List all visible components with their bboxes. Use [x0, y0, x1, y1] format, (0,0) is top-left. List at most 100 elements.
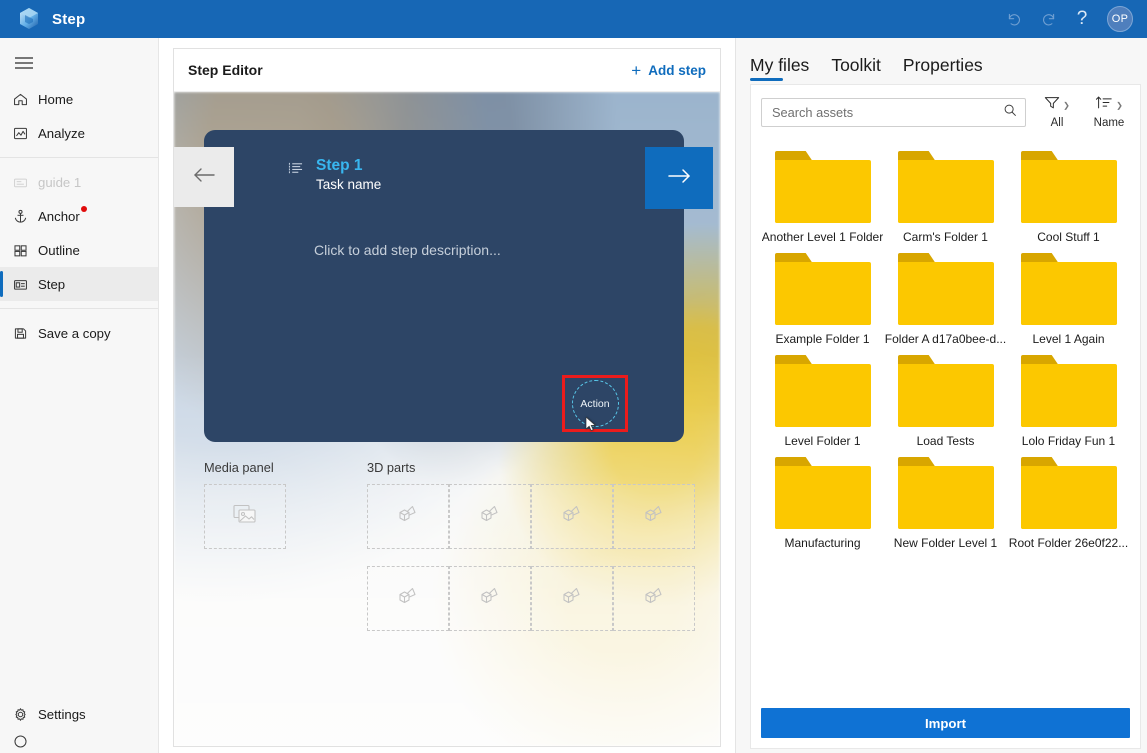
- list-item[interactable]: Cool Stuff 1: [1007, 151, 1130, 244]
- status-badge: [81, 206, 87, 212]
- home-icon: [12, 91, 38, 108]
- list-item[interactable]: Level Folder 1: [761, 355, 884, 448]
- sidebar-item-guide-1: guide 1: [0, 165, 158, 199]
- list-icon[interactable]: [288, 161, 303, 181]
- list-item[interactable]: Folder A d17a0bee-d...: [884, 253, 1007, 346]
- list-item[interactable]: Load Tests: [884, 355, 1007, 448]
- action-label: Action: [580, 398, 609, 410]
- list-item[interactable]: Root Folder 26e0f22...: [1007, 457, 1130, 550]
- part-slot[interactable]: [613, 566, 695, 631]
- sidebar-item-settings[interactable]: Settings: [0, 697, 158, 731]
- parts-cell: [367, 566, 449, 631]
- step-description-placeholder[interactable]: Click to add step description...: [314, 242, 501, 258]
- assets-tabs: My files Toolkit Properties: [736, 38, 1147, 82]
- part-slot[interactable]: [449, 484, 531, 549]
- list-item[interactable]: New Folder Level 1: [884, 457, 1007, 550]
- parts-grid-gap: [367, 549, 695, 566]
- sort-ascending-icon: [1095, 95, 1113, 115]
- parts-grid-row-2: [367, 566, 695, 631]
- next-step-button[interactable]: [645, 147, 713, 209]
- sidebar-divider-2: [0, 308, 158, 309]
- sort-button[interactable]: ❯ Name: [1088, 95, 1130, 129]
- list-item[interactable]: Manufacturing: [761, 457, 884, 550]
- help-icon[interactable]: ?: [1065, 0, 1099, 38]
- step-editor-card: Step Editor + Add step: [173, 48, 721, 747]
- tab-properties[interactable]: Properties: [903, 55, 983, 82]
- step-editor-pane: Step Editor + Add step: [159, 38, 735, 753]
- parts-cell: [613, 566, 695, 631]
- part-slot[interactable]: [531, 566, 613, 631]
- sidebar-item-outline[interactable]: Outline: [0, 233, 158, 267]
- sidebar-spacer: [0, 350, 158, 697]
- sidebar-item-label: Step: [38, 277, 65, 292]
- list-item[interactable]: Carm's Folder 1: [884, 151, 1007, 244]
- chevron-right-icon: ❯: [1116, 101, 1123, 110]
- sidebar-item-label: Anchor: [38, 209, 80, 224]
- list-item[interactable]: Example Folder 1: [761, 253, 884, 346]
- filter-button[interactable]: ❯ All: [1036, 95, 1078, 129]
- arrow-left-icon: [191, 165, 217, 190]
- list-item[interactable]: Another Level 1 Folder: [761, 151, 884, 244]
- part-slot[interactable]: [449, 566, 531, 631]
- step-editor-header: Step Editor + Add step: [174, 49, 720, 92]
- part-slot[interactable]: [367, 566, 449, 631]
- tab-toolkit[interactable]: Toolkit: [831, 55, 881, 82]
- sidebar-item-label: guide 1: [38, 175, 81, 190]
- list-item[interactable]: Level 1 Again: [1007, 253, 1130, 346]
- previous-step-button[interactable]: [174, 147, 234, 207]
- import-button[interactable]: Import: [761, 708, 1130, 738]
- parts-panel-label: 3D parts: [367, 460, 695, 475]
- search-box[interactable]: [761, 98, 1026, 127]
- action-button[interactable]: Action: [572, 380, 619, 427]
- sidebar-item-overflow[interactable]: [0, 731, 158, 751]
- folder-icon: [775, 151, 871, 223]
- sidebar-item-label: Analyze: [38, 126, 85, 141]
- folder-icon: [775, 457, 871, 529]
- file-name: Root Folder 26e0f22...: [1009, 536, 1128, 550]
- analyze-icon: [12, 125, 38, 142]
- file-name: Level 1 Again: [1032, 332, 1104, 346]
- sidebar-item-step[interactable]: Step: [0, 267, 158, 301]
- guide-icon: [12, 174, 38, 191]
- list-item[interactable]: Lolo Friday Fun 1: [1007, 355, 1130, 448]
- part-slot[interactable]: [613, 484, 695, 549]
- media-panel-label: Media panel: [204, 460, 367, 475]
- folder-icon: [1021, 151, 1117, 223]
- hamburger-menu-icon[interactable]: [0, 44, 158, 82]
- media-panel-group: Media panel: [204, 460, 367, 631]
- parts-cell: [449, 566, 531, 631]
- folder-icon: [1021, 355, 1117, 427]
- add-step-button[interactable]: + Add step: [631, 62, 706, 79]
- folder-icon: [775, 253, 871, 325]
- gear-icon: [12, 706, 38, 723]
- assets-footer: Import: [751, 700, 1140, 748]
- task-name[interactable]: Task name: [316, 175, 381, 195]
- filter-icon: [1044, 95, 1060, 115]
- folder-icon: [898, 151, 994, 223]
- sidebar-item-home[interactable]: Home: [0, 82, 158, 116]
- step-header: Step 1 Task name: [288, 156, 381, 195]
- redo-icon[interactable]: [1031, 0, 1065, 38]
- sidebar-item-analyze[interactable]: Analyze: [0, 116, 158, 150]
- search-input[interactable]: [772, 105, 1003, 120]
- step-icon: [12, 276, 38, 293]
- step-number: Step 1: [316, 156, 381, 175]
- part-slot[interactable]: [367, 484, 449, 549]
- file-name: Manufacturing: [784, 536, 860, 550]
- filter-label: All: [1051, 117, 1064, 129]
- sidebar-item-anchor[interactable]: Anchor: [0, 199, 158, 233]
- undo-icon[interactable]: [997, 0, 1031, 38]
- panel-labels-row: Media panel: [204, 460, 700, 631]
- avatar[interactable]: OP: [1107, 6, 1133, 32]
- sidebar-item-save-a-copy[interactable]: Save a copy: [0, 316, 158, 350]
- tab-my-files[interactable]: My files: [750, 55, 809, 82]
- folder-icon: [1021, 457, 1117, 529]
- asset-panels: Media panel: [204, 460, 700, 631]
- 3d-part-icon: [560, 503, 584, 530]
- part-slot[interactable]: [531, 484, 613, 549]
- assets-toolbar: ❯ All: [751, 85, 1140, 137]
- folder-icon: [898, 355, 994, 427]
- parts-cell: [531, 566, 613, 631]
- file-name: Another Level 1 Folder: [762, 230, 883, 244]
- media-panel-slot[interactable]: [204, 484, 286, 549]
